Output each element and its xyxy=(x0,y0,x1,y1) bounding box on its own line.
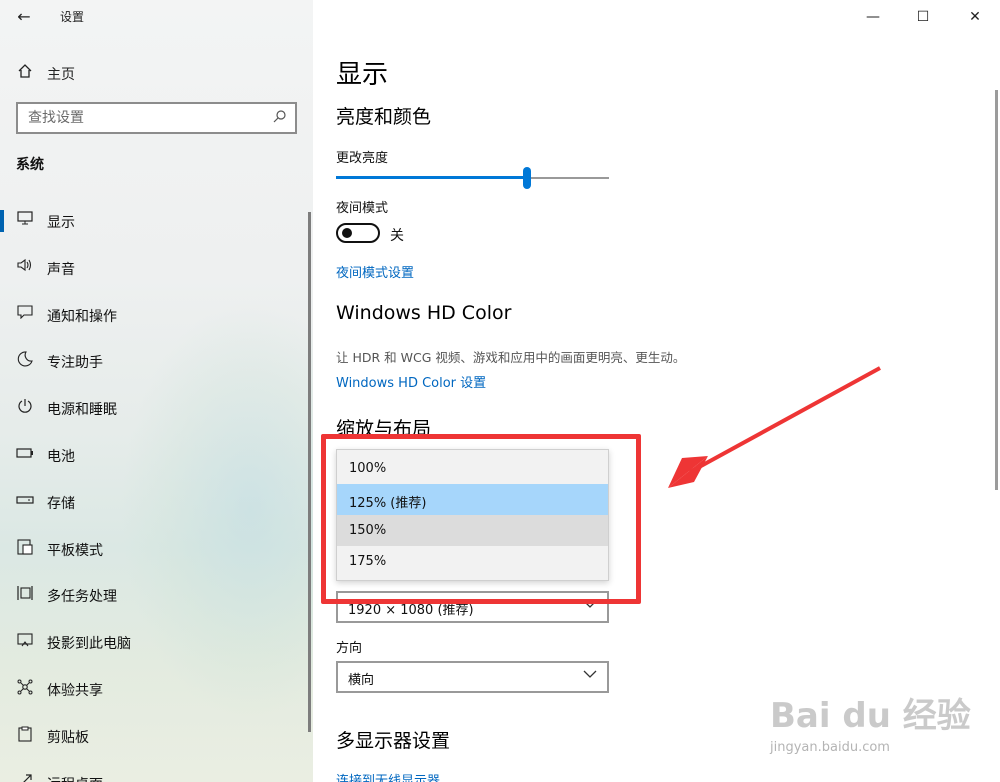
sidebar-item-label: 声音 xyxy=(47,261,75,278)
sidebar-item-tablet-mode[interactable]: 平板模式 xyxy=(0,526,313,573)
sidebar-item-label: 平板模式 xyxy=(47,542,103,559)
sidebar: ← 设置 主页 系统 显示 声音 xyxy=(0,0,313,782)
orientation-dropdown[interactable]: 横向 xyxy=(336,661,609,693)
close-icon[interactable]: ✕ xyxy=(960,6,990,28)
nav-list: 显示 声音 通知和操作 专注助手 电源和睡眠 电池 存储 平板模式 多任务处理 … xyxy=(0,198,313,782)
maximize-icon[interactable]: ☐ xyxy=(908,6,938,28)
sidebar-item-label: 远程桌面 xyxy=(47,774,103,782)
night-light-label: 夜间模式 xyxy=(336,201,389,216)
project-icon xyxy=(15,632,35,652)
sidebar-item-battery[interactable]: 电池 xyxy=(0,432,313,479)
battery-icon xyxy=(15,445,35,465)
sidebar-item-label: 专注助手 xyxy=(47,355,103,372)
watermark-brand: Bai du 经验 xyxy=(770,696,971,736)
nav-home-label: 主页 xyxy=(47,67,75,83)
hd-color-description: 让 HDR 和 WCG 视频、游戏和应用中的画面更明亮、更生动。 xyxy=(336,350,686,365)
toggle-knob xyxy=(342,228,352,238)
multitask-icon xyxy=(15,585,35,605)
night-light-state: 关 xyxy=(390,228,404,244)
sidebar-item-remote-desktop[interactable]: 远程桌面 xyxy=(0,760,313,782)
wireless-display-link[interactable]: 连接到无线显示器 xyxy=(336,770,440,782)
sidebar-item-label: 投影到此电脑 xyxy=(47,636,131,653)
sidebar-item-shared-experiences[interactable]: 体验共享 xyxy=(0,666,313,713)
title-bar: ← 设置 xyxy=(0,0,313,34)
page-title: 显示 xyxy=(336,60,389,90)
sidebar-item-project[interactable]: 投影到此电脑 xyxy=(0,619,313,666)
back-arrow-icon[interactable]: ← xyxy=(12,6,36,28)
monitor-icon xyxy=(15,211,35,231)
nav-home[interactable]: 主页 xyxy=(0,58,313,88)
slider-thumb[interactable] xyxy=(523,167,532,189)
tablet-mode-icon xyxy=(15,539,35,559)
orientation-label: 方向 xyxy=(336,641,363,656)
sidebar-item-power-sleep[interactable]: 电源和睡眠 xyxy=(0,385,313,432)
window-controls: — ☐ ✕ xyxy=(850,0,1000,34)
sidebar-item-label: 通知和操作 xyxy=(47,308,117,325)
section-title: 系统 xyxy=(16,157,44,173)
night-light-settings-link[interactable]: 夜间模式设置 xyxy=(336,262,414,281)
speaker-icon xyxy=(15,258,35,278)
sidebar-item-multitasking[interactable]: 多任务处理 xyxy=(0,572,313,619)
search-icon[interactable] xyxy=(273,109,287,127)
app-title: 设置 xyxy=(60,10,85,24)
main-scrollbar[interactable] xyxy=(995,90,998,490)
sidebar-item-label: 剪贴板 xyxy=(47,729,89,746)
annotation-arrow-icon xyxy=(668,366,881,488)
sidebar-item-notifications[interactable]: 通知和操作 xyxy=(0,292,313,339)
notification-icon xyxy=(15,305,35,325)
sidebar-item-label: 体验共享 xyxy=(47,682,103,699)
main-panel: — ☐ ✕ 显示 亮度和颜色 更改亮度 夜间模式 关 夜间模式设置 Window… xyxy=(313,0,1000,782)
annotation-highlight-box xyxy=(321,434,641,604)
orientation-value: 横向 xyxy=(348,673,375,688)
sidebar-item-storage[interactable]: 存储 xyxy=(0,479,313,526)
remote-desktop-icon xyxy=(15,773,35,782)
sidebar-item-clipboard[interactable]: 剪贴板 xyxy=(0,713,313,760)
sidebar-item-label: 电源和睡眠 xyxy=(47,402,117,419)
brightness-slider-label: 更改亮度 xyxy=(336,151,389,166)
search-input[interactable] xyxy=(18,104,258,132)
night-light-toggle[interactable] xyxy=(336,223,380,243)
chevron-down-icon xyxy=(583,668,597,682)
minimize-icon[interactable]: — xyxy=(858,6,888,28)
hd-color-settings-link[interactable]: Windows HD Color 设置 xyxy=(336,372,486,391)
brightness-heading: 亮度和颜色 xyxy=(336,106,432,128)
hd-color-heading: Windows HD Color xyxy=(336,302,512,324)
sidebar-item-sound[interactable]: 声音 xyxy=(0,245,313,292)
sidebar-item-focus-assist[interactable]: 专注助手 xyxy=(0,338,313,385)
storage-icon xyxy=(15,492,35,512)
power-icon xyxy=(15,398,35,418)
brightness-slider[interactable] xyxy=(336,167,609,189)
sidebar-scrollbar[interactable] xyxy=(308,212,311,732)
watermark: Bai du 经验 jingyan.baidu.com xyxy=(770,688,990,768)
watermark-url: jingyan.baidu.com xyxy=(770,740,890,755)
slider-fill xyxy=(336,176,528,179)
sidebar-item-label: 显示 xyxy=(47,215,75,231)
share-icon xyxy=(15,679,35,699)
selection-indicator xyxy=(0,210,4,232)
sidebar-item-label: 多任务处理 xyxy=(47,589,117,606)
clipboard-icon xyxy=(15,726,35,746)
moon-icon xyxy=(15,351,35,371)
sidebar-item-label: 电池 xyxy=(47,448,75,465)
multi-display-heading: 多显示器设置 xyxy=(336,730,451,752)
home-icon xyxy=(17,63,35,81)
sidebar-item-label: 存储 xyxy=(47,495,75,512)
search-box[interactable] xyxy=(16,102,297,134)
sidebar-item-display[interactable]: 显示 xyxy=(0,198,313,245)
